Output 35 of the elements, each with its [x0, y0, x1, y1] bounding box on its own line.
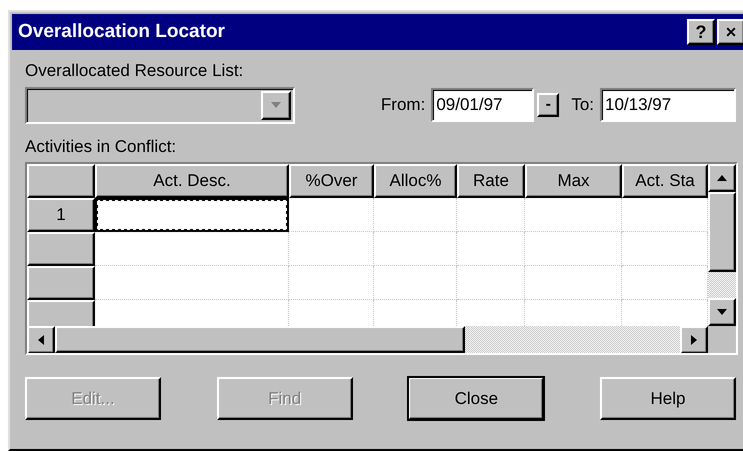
dropdown-arrow-icon [270, 101, 282, 109]
activities-label: Activities in Conflict: [25, 136, 178, 158]
left-arrow-icon [37, 334, 45, 346]
from-label: From: [380, 95, 426, 115]
column-header[interactable]: Act. Desc. [95, 164, 289, 198]
from-date-field[interactable]: 09/01/97 [431, 88, 534, 122]
scroll-thumb[interactable] [708, 192, 736, 272]
scroll-left-button[interactable] [27, 326, 55, 353]
column-header[interactable]: Alloc% [374, 164, 457, 198]
row-header[interactable] [27, 266, 95, 300]
row-header[interactable] [27, 232, 95, 266]
to-date-field[interactable]: 10/13/97 [600, 88, 736, 122]
dialog-button[interactable]: Help [600, 377, 736, 420]
right-arrow-icon [690, 334, 698, 346]
dialog-button[interactable]: Close [408, 377, 544, 420]
row-header[interactable]: 1 [27, 198, 95, 232]
resource-list-label: Overallocated Resource List: [25, 60, 244, 82]
window-title: Overallocation Locator [18, 21, 226, 43]
up-arrow-icon [716, 174, 728, 182]
scroll-down-button[interactable] [708, 298, 736, 326]
scroll-right-button[interactable] [680, 326, 708, 353]
table-cell[interactable] [95, 198, 289, 232]
row-header[interactable] [27, 300, 95, 326]
scroll-thumb[interactable] [55, 326, 465, 353]
column-header[interactable]: %Over [289, 164, 374, 198]
to-label: To: [571, 95, 594, 115]
scroll-up-button[interactable] [708, 164, 736, 192]
scroll-track[interactable] [708, 272, 736, 298]
column-header[interactable]: Rate [457, 164, 525, 198]
date-spin-button[interactable]: - [537, 93, 560, 117]
close-title-button[interactable]: × [717, 19, 743, 45]
down-arrow-icon [716, 308, 728, 316]
help-title-button[interactable]: ? [687, 19, 715, 45]
column-header[interactable]: Max [525, 164, 622, 198]
column-header[interactable]: Act. Sta [622, 164, 708, 198]
